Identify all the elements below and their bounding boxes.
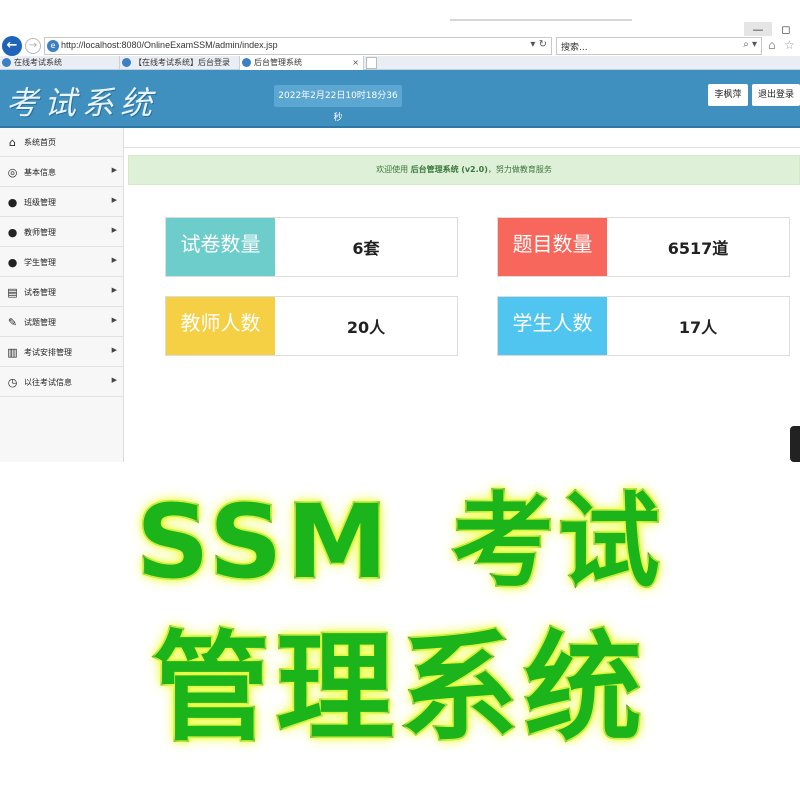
stat-value: 6套 [352,239,380,258]
chevron-right-icon: ▶ [111,376,117,384]
address-url[interactable]: http://localhost:8080/OnlineExamSSM/admi… [61,40,278,50]
home-icon: ⌂ [9,136,16,149]
tab-strip: 在线考试系统 【在线考试系统】后台登录 后台管理系统 × [0,56,800,70]
window-title-bar: — ◻ [0,0,800,38]
sidebar-item-teachers[interactable]: ● 教师管理 ▶ [0,218,124,247]
banner-exam: 考试 [450,482,664,604]
tab-label: 在线考试系统 [14,58,62,67]
current-datetime: 2022年2月22日10时18分36秒 [274,85,402,123]
side-floating-widget[interactable] [790,426,800,462]
sidebar-item-exam-schedule[interactable]: ▥ 考试安排管理 ▶ [0,338,124,367]
paper-icon: ▤ [7,286,18,299]
stat-card-teachers: 教师人数 20人 [165,296,458,356]
chevron-right-icon: ▶ [111,196,117,204]
banner-ssm: SSM [135,482,392,604]
stat-card-questions: 题目数量 6517道 [497,217,790,277]
home-toolbar-icon[interactable]: ⌂ [768,38,776,52]
logout-button[interactable]: 退出登录 [752,84,800,106]
search-placeholder: 搜索... [561,43,588,53]
site-icon: e [47,40,59,52]
chevron-right-icon: ▶ [111,346,117,354]
app-logo: 考试系统 [6,84,159,122]
stat-label: 学生人数 [498,297,607,355]
sidebar-item-label: 系统首页 [24,138,56,147]
history-icon: ◷ [7,376,18,389]
app-header: 考试系统 2022年2月22日10时18分36秒 李枫萍 退出登录 [0,70,800,128]
chevron-right-icon: ▶ [111,166,117,174]
sidebar-item-label: 学生管理 [24,258,56,267]
close-icon[interactable]: × [352,56,359,70]
tab-admin-system[interactable]: 后台管理系统 × [240,56,364,70]
tab-site-icon [2,58,11,67]
stat-value: 6517道 [667,239,729,258]
welcome-prefix: 欢迎使用 [376,165,411,174]
page: — ◻ ← → e http://localhost:8080/OnlineEx… [0,0,800,800]
banner-line-2: 管理系统 [0,618,800,759]
edit-icon: ✎ [7,316,18,329]
sidebar-item-past-exams[interactable]: ◷ 以往考试信息 ▶ [0,368,124,397]
tab-site-icon [242,58,251,67]
sidebar-item-label: 班级管理 [24,198,56,207]
sidebar-item-label: 考试安排管理 [24,348,72,357]
welcome-suffix: ，努力做教育服务 [487,165,552,174]
stat-label: 题目数量 [498,218,607,276]
tab-label: 【在线考试系统】后台登录 [134,58,230,67]
student-icon: ● [7,256,18,269]
chevron-right-icon: ▶ [111,226,117,234]
sidebar-item-label: 试题管理 [24,318,56,327]
tab-exam-system[interactable]: 在线考试系统 [0,56,120,70]
chevron-right-icon: ▶ [111,316,117,324]
sidebar-item-students[interactable]: ● 学生管理 ▶ [0,248,124,277]
sidebar-item-label: 基本信息 [24,168,56,177]
banner-management-system: 管理系统 [150,618,648,759]
browser-toolbar: ← → e http://localhost:8080/OnlineExamSS… [0,36,800,56]
stat-label: 试卷数量 [166,218,275,276]
sidebar-item-home[interactable]: ⌂ 系统首页 [0,128,124,157]
tab-site-icon [122,58,131,67]
stat-value: 20人 [346,318,386,337]
stat-card-students: 学生人数 17人 [497,296,790,356]
forward-arrow-icon[interactable]: → [25,38,41,54]
chevron-right-icon: ▶ [111,286,117,294]
welcome-alert: 欢迎使用 后台管理系统 (v2.0)，努力做教育服务 [128,155,800,185]
tab-label: 后台管理系统 [254,58,302,67]
sidebar-item-label: 以往考试信息 [24,378,72,387]
sidebar-item-classes[interactable]: ● 班级管理 ▶ [0,188,124,217]
new-tab-button[interactable] [366,57,377,69]
stat-label: 教师人数 [166,297,275,355]
group-icon: ● [7,196,18,209]
books-icon: ▥ [7,346,18,359]
stat-card-papers: 试卷数量 6套 [165,217,458,277]
title-bar-divider [450,19,632,21]
favorites-star-icon[interactable]: ☆ [784,38,795,52]
welcome-version: (v2.0) [461,165,488,174]
sidebar-item-label: 教师管理 [24,228,56,237]
info-icon: ◎ [7,166,18,179]
chevron-right-icon: ▶ [111,256,117,264]
teacher-icon: ● [7,226,18,239]
sidebar-item-label: 试卷管理 [24,288,56,297]
tab-admin-login[interactable]: 【在线考试系统】后台登录 [120,56,240,70]
banner-line-1: SSM 考试 [0,478,800,608]
search-icon[interactable]: ⌕ ▾ [743,39,757,50]
welcome-system-name: 后台管理系统 [410,165,459,174]
back-arrow-icon[interactable]: ← [2,36,22,56]
sidebar: ⌂ 系统首页 ◎ 基本信息 ▶ ● 班级管理 ▶ ● 教师管理 ▶ ● 学生管理… [0,128,124,462]
user-button[interactable]: 李枫萍 [708,84,748,106]
sidebar-item-basic-info[interactable]: ◎ 基本信息 ▶ [0,158,124,187]
sidebar-item-papers[interactable]: ▤ 试卷管理 ▶ [0,278,124,307]
refresh-icon[interactable]: ▾ ↻ [530,39,547,50]
address-bar[interactable]: e http://localhost:8080/OnlineExamSSM/ad… [44,37,552,55]
content-divider [124,147,800,148]
sidebar-item-questions[interactable]: ✎ 试题管理 ▶ [0,308,124,337]
stat-value: 17人 [678,318,718,337]
search-input[interactable]: 搜索... ⌕ ▾ [556,37,762,55]
